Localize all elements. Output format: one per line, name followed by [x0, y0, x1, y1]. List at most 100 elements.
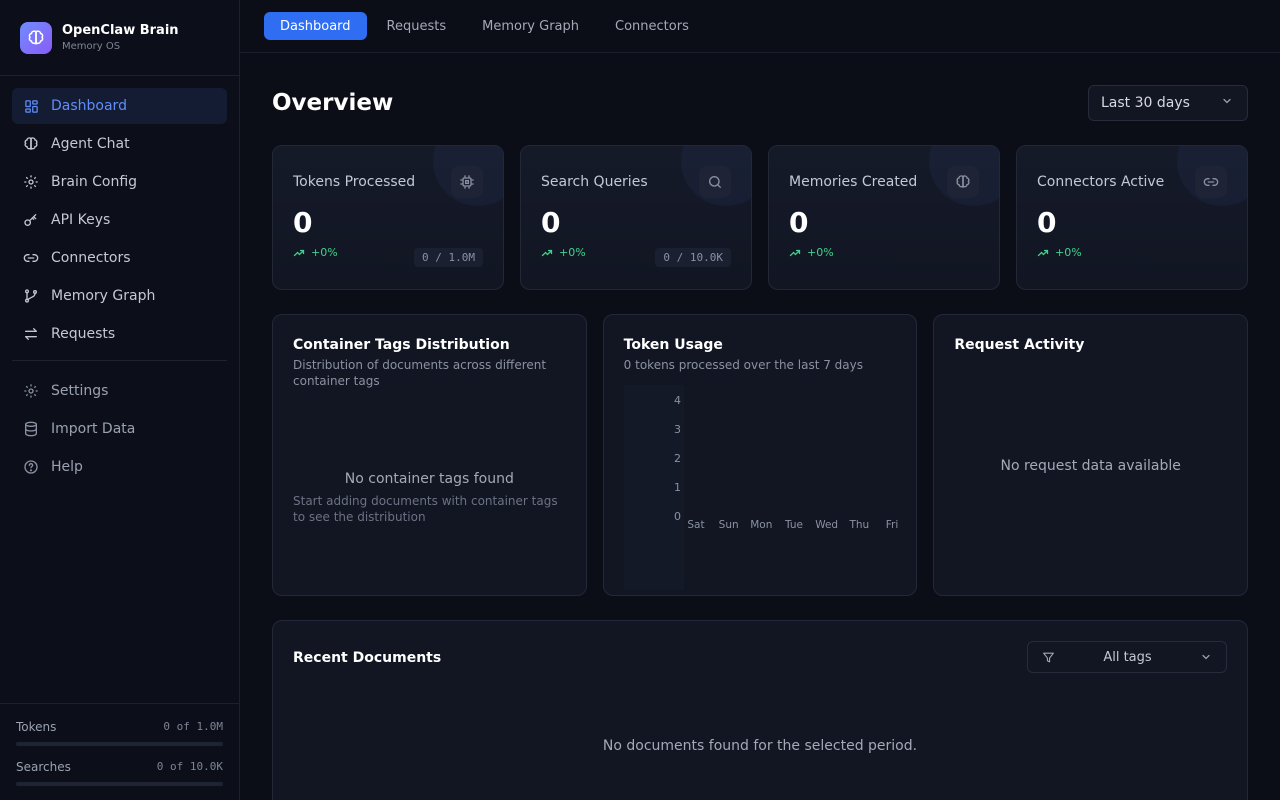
- top-nav: Dashboard Requests Memory Graph Connecto…: [240, 0, 1280, 53]
- stat-delta: +0%: [789, 246, 979, 259]
- stat-card-tokens: Tokens Processed 0 +0% 0 / 1.0M: [272, 145, 504, 290]
- sidebar-item-label: Settings: [51, 383, 109, 399]
- sidebar: OpenClaw Brain Memory OS Dashboard Agent…: [0, 0, 240, 800]
- gear-icon: [23, 174, 39, 190]
- sidebar-item-label: Memory Graph: [51, 288, 156, 304]
- brain-logo-icon: [20, 21, 52, 54]
- sidebar-item-brain-config[interactable]: Brain Config: [12, 164, 227, 200]
- stat-delta-value: +0%: [559, 246, 586, 259]
- empty-title: No documents found for the selected peri…: [602, 738, 918, 754]
- token-usage-panel: Token Usage 0 tokens processed over the …: [602, 314, 918, 596]
- brand-title: OpenClaw Brain: [62, 23, 179, 38]
- usage-searches: Searches 0 of 10.0K: [16, 760, 223, 774]
- link-icon: [23, 250, 39, 266]
- key-icon: [23, 212, 39, 228]
- sidebar-item-agent-chat[interactable]: Agent Chat: [12, 126, 227, 162]
- sidebar-item-settings[interactable]: Settings: [12, 373, 227, 409]
- brand-subtitle: Memory OS: [62, 41, 121, 52]
- container-tags-panel: Container Tags Distribution Distribution…: [272, 314, 587, 596]
- tag-filter-select[interactable]: All tags: [1027, 641, 1227, 673]
- stat-delta-value: +0%: [311, 246, 338, 259]
- sidebar-item-label: Import Data: [51, 421, 136, 437]
- usage-tokens: Tokens 0 of 1.0M: [16, 720, 223, 734]
- x-tick-label: Tue: [784, 519, 803, 531]
- nav-divider: [12, 360, 227, 361]
- empty-subtitle: Start adding documents with container ta…: [293, 494, 558, 524]
- stat-delta-value: +0%: [1055, 246, 1082, 259]
- empty-title: No request data available: [1000, 458, 1181, 474]
- sidebar-item-help[interactable]: Help: [12, 449, 227, 485]
- x-tick-label: Fri: [885, 519, 898, 531]
- sidebar-item-dashboard[interactable]: Dashboard: [12, 88, 227, 124]
- sidebar-item-label: Help: [51, 459, 83, 475]
- usage-label: Tokens: [16, 720, 57, 734]
- x-tick-label: Thu: [848, 519, 869, 531]
- stat-value: 0: [1037, 206, 1057, 239]
- x-tick-label: Sat: [687, 519, 704, 531]
- sidebar-nav: Dashboard Agent Chat Brain Config API Ke…: [0, 76, 239, 485]
- filter-value: All tags: [1103, 649, 1152, 665]
- tab-memory-graph[interactable]: Memory Graph: [466, 12, 595, 40]
- stat-delta: +0%: [1037, 246, 1227, 259]
- brain-icon: [947, 166, 979, 198]
- usage-value: 0 of 10.0K: [156, 760, 223, 773]
- trend-up-icon: [541, 247, 553, 259]
- stat-delta-value: +0%: [807, 246, 834, 259]
- main-content: Overview Last 30 days Tokens Processed 0…: [272, 53, 1249, 800]
- sidebar-item-label: API Keys: [51, 212, 111, 228]
- sidebar-item-requests[interactable]: Requests: [12, 316, 227, 352]
- token-usage-chart: 0 1 2 3 4 Sat Sun Mon Tue Wed Thu Fri: [623, 385, 898, 590]
- sidebar-item-import-data[interactable]: Import Data: [12, 411, 227, 447]
- sidebar-item-label: Requests: [51, 326, 116, 342]
- arrows-icon: [23, 326, 39, 342]
- dashboard-icon: [23, 98, 39, 114]
- empty-state: No documents found for the selected peri…: [273, 738, 1247, 754]
- help-icon: [23, 459, 39, 475]
- docs-header: Recent Documents All tags: [293, 641, 1227, 673]
- stat-card-searches: Search Queries 0 +0% 0 / 10.0K: [520, 145, 752, 290]
- link-icon: [1195, 166, 1227, 198]
- sidebar-item-label: Brain Config: [51, 174, 138, 190]
- sidebar-item-memory-graph[interactable]: Memory Graph: [12, 278, 227, 314]
- trend-up-icon: [789, 247, 801, 259]
- usage-label: Searches: [16, 760, 71, 774]
- stat-cards: Tokens Processed 0 +0% 0 / 1.0M Search Q…: [272, 145, 1248, 290]
- tab-requests[interactable]: Requests: [371, 12, 463, 40]
- stat-quota: 0 / 10.0K: [655, 248, 731, 267]
- x-tick-label: Wed: [815, 519, 838, 531]
- tab-dashboard[interactable]: Dashboard: [264, 12, 367, 40]
- stat-card-connectors: Connectors Active 0 +0%: [1016, 145, 1248, 290]
- panel-title: Recent Documents: [293, 650, 442, 666]
- gear-icon: [23, 383, 39, 399]
- sidebar-item-api-keys[interactable]: API Keys: [12, 202, 227, 238]
- y-tick-label: 0: [674, 510, 681, 523]
- usage-summary: Tokens 0 of 1.0M Searches 0 of 10.0K: [0, 703, 239, 800]
- tab-connectors[interactable]: Connectors: [599, 12, 705, 40]
- filter-icon: [1042, 651, 1055, 664]
- trend-up-icon: [1037, 247, 1049, 259]
- graph-icon: [23, 288, 39, 304]
- chevron-down-icon: [1221, 95, 1233, 111]
- empty-title: No container tags found: [344, 471, 514, 487]
- usage-value: 0 of 1.0M: [163, 720, 223, 733]
- panels-row: Container Tags Distribution Distribution…: [272, 314, 1249, 596]
- y-tick-label: 3: [674, 423, 681, 436]
- empty-state: No container tags found Start adding doc…: [273, 471, 586, 525]
- y-tick-label: 2: [674, 452, 681, 465]
- page-header: Overview Last 30 days: [272, 53, 1248, 153]
- usage-progress-bar: [16, 782, 223, 786]
- brand[interactable]: OpenClaw Brain Memory OS: [0, 0, 239, 76]
- panel-subtitle: Distribution of documents across differe…: [293, 358, 547, 388]
- chip-icon: [451, 166, 483, 198]
- sidebar-item-label: Connectors: [51, 250, 131, 266]
- recent-documents-panel: Recent Documents All tags No documents f…: [272, 620, 1248, 800]
- sidebar-item-connectors[interactable]: Connectors: [12, 240, 227, 276]
- usage-progress-bar: [16, 742, 223, 746]
- date-range-select[interactable]: Last 30 days: [1088, 85, 1248, 121]
- brain-icon: [23, 136, 39, 152]
- trend-up-icon: [293, 247, 305, 259]
- stat-value: 0: [293, 206, 313, 239]
- y-tick-label: 1: [674, 481, 681, 494]
- database-icon: [23, 421, 39, 437]
- search-icon: [699, 166, 731, 198]
